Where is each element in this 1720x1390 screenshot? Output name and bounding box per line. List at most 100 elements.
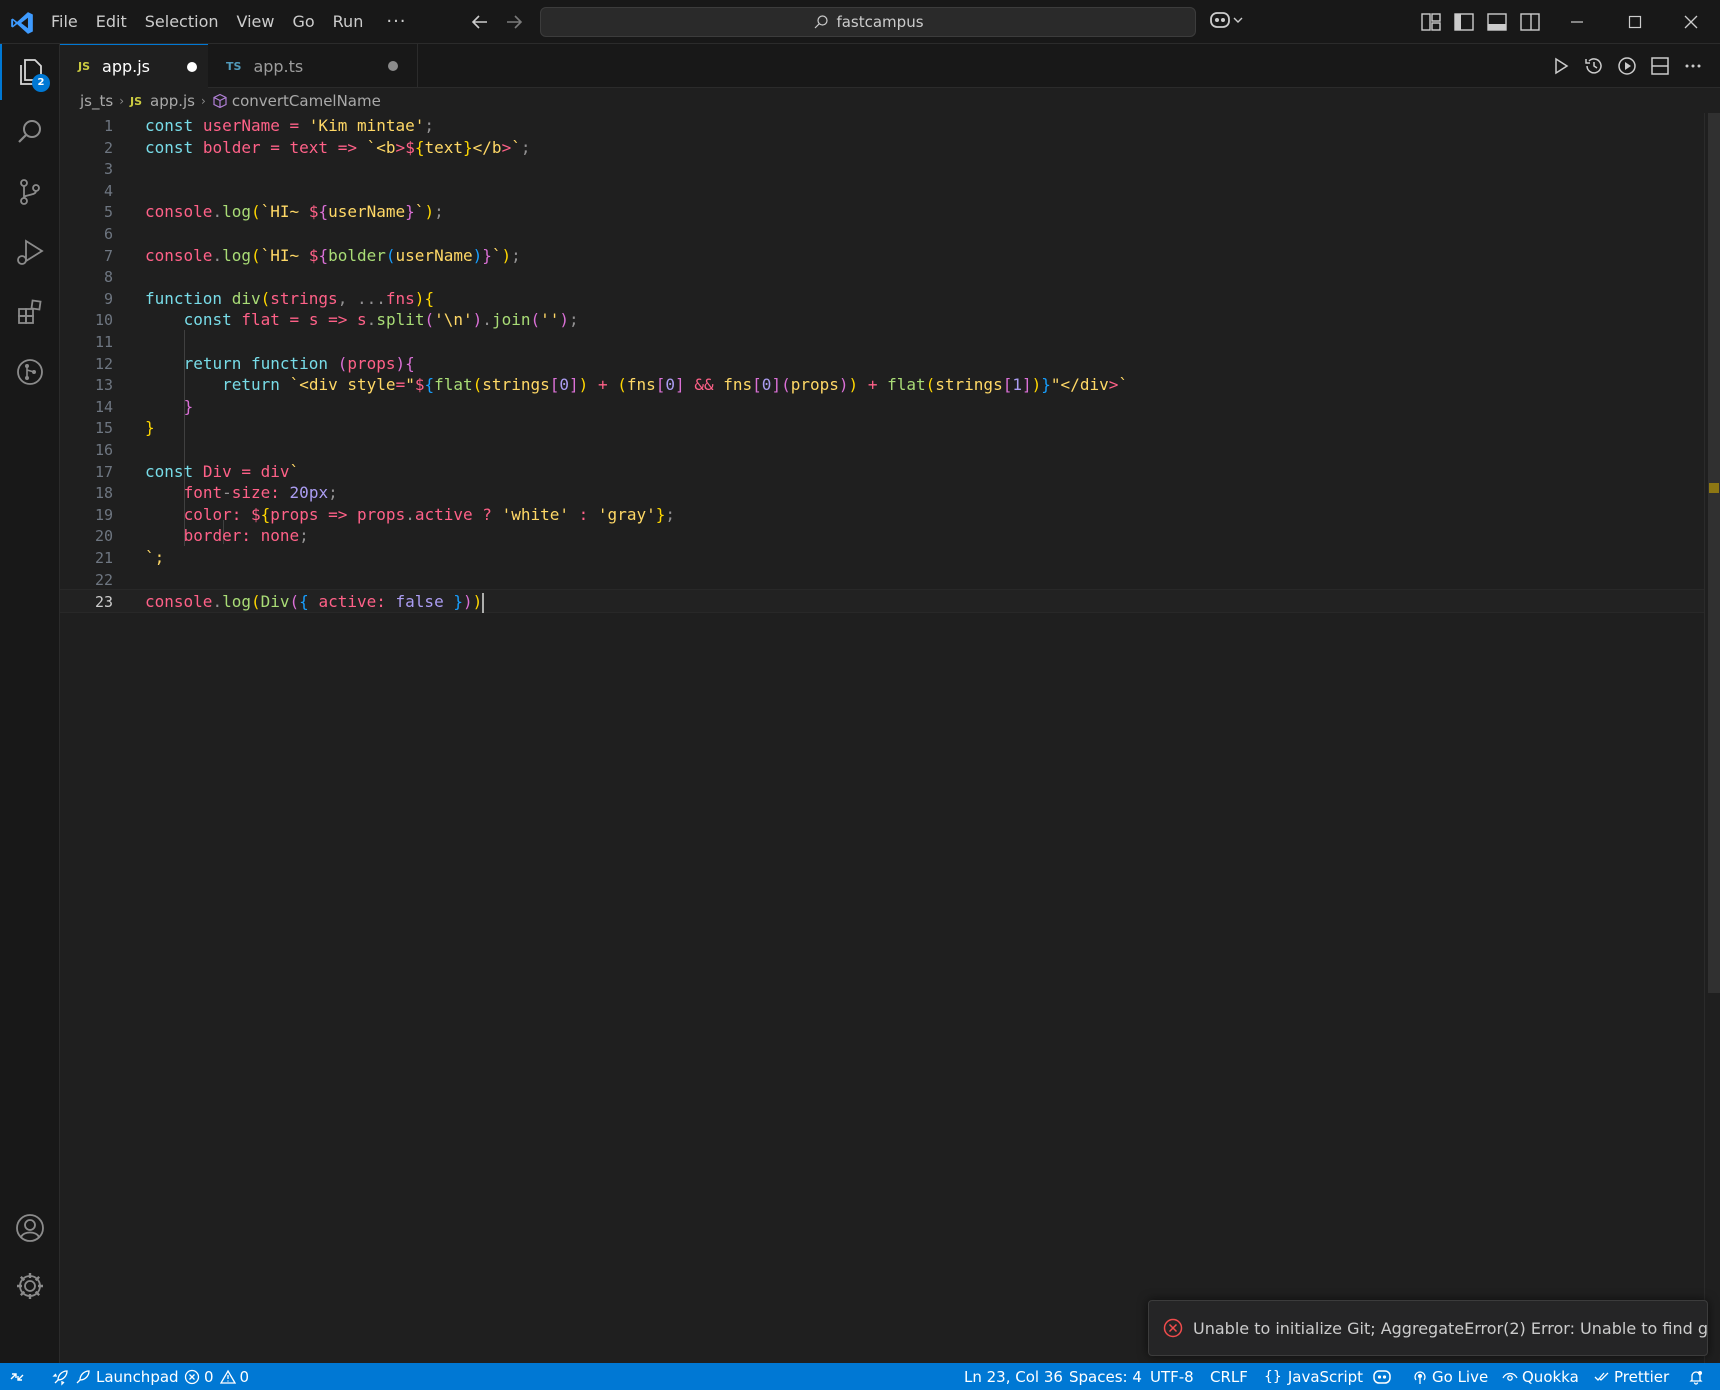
code-line[interactable]: 18 font-size: 20px;	[60, 481, 1704, 505]
code-text: font-size: 20px;	[183, 483, 338, 503]
run-debug-icon	[17, 239, 44, 265]
eol-setting[interactable]: CRLF	[1210, 1363, 1248, 1390]
code-line[interactable]: 1 const userName = 'Kim mintae';	[60, 114, 1704, 138]
menu-selection[interactable]: Selection	[136, 7, 228, 37]
toggle-primary-sidebar-icon[interactable]	[1453, 11, 1475, 33]
quokka-run-icon[interactable]	[1616, 55, 1638, 77]
text-cursor	[482, 592, 485, 613]
menu-go[interactable]: Go	[283, 7, 323, 37]
quokka-button[interactable]: Quokka	[1502, 1363, 1579, 1390]
code-line[interactable]: 13 return `<div style="${flat(strings[0]…	[60, 373, 1704, 397]
code-line[interactable]: 20 border: none;	[60, 524, 1704, 548]
tab-app-ts[interactable]: TS app.ts	[208, 44, 418, 88]
menu-more-button[interactable]: ···	[372, 7, 420, 37]
warning-icon	[219, 1369, 236, 1384]
source-control-button[interactable]	[0, 164, 60, 220]
code-line[interactable]: 16	[60, 438, 1704, 462]
line-number: 5	[103, 203, 113, 222]
more-actions-icon[interactable]	[1682, 55, 1704, 77]
code-line[interactable]: 5 console.log(`HI~ ${userName}`);	[60, 200, 1704, 224]
code-line[interactable]: 9 function div(strings, ...fns){	[60, 287, 1704, 311]
code-line[interactable]: 8	[60, 265, 1704, 289]
code-text: const flat = s => s.split('\n').join('')…	[183, 310, 579, 330]
split-editor-icon[interactable]	[1649, 55, 1671, 77]
tab-app-js[interactable]: JS app.js	[60, 44, 208, 88]
manage-button[interactable]	[0, 1258, 60, 1314]
launchpad-button[interactable]: Launchpad	[52, 1363, 179, 1390]
menu-run[interactable]: Run	[324, 7, 373, 37]
code-text: return `<div style="${flat(strings[0]) +…	[222, 375, 1129, 395]
code-text: const bolder = text => `<b>${text}</b>`;	[145, 137, 531, 157]
menu-edit[interactable]: Edit	[87, 7, 136, 37]
extensions-button[interactable]	[0, 284, 60, 340]
code-line[interactable]: 19 color: ${props => props.active ? 'whi…	[60, 503, 1704, 527]
code-line[interactable]: 4	[60, 179, 1704, 203]
cursor-position[interactable]: Ln 23, Col 36	[964, 1363, 1063, 1390]
code-line[interactable]: 2 const bolder = text => `<b>${text}</b>`…	[60, 136, 1704, 160]
remote-button[interactable]	[8, 1363, 30, 1390]
breadcrumb-symbol[interactable]: convertCamelName	[232, 92, 381, 110]
forward-arrow-icon[interactable]	[502, 10, 526, 34]
line-number: 10	[94, 311, 113, 330]
code-text: const userName = 'Kim mintae';	[145, 116, 435, 135]
notifications-button[interactable]	[1688, 1363, 1708, 1390]
customize-layout-icon[interactable]	[1420, 11, 1442, 33]
js-file-icon: JS	[130, 94, 143, 108]
code-line[interactable]: 22	[60, 568, 1704, 592]
run-code-icon[interactable]	[1550, 55, 1572, 77]
line-number: 21	[94, 549, 113, 567]
code-line[interactable]: 23 console.log(Div({ active: false }))	[60, 589, 1704, 614]
prettier-button[interactable]: Prettier	[1594, 1363, 1669, 1390]
toggle-secondary-sidebar-icon[interactable]	[1519, 11, 1541, 33]
error-circle-icon	[1163, 1318, 1183, 1338]
copilot-status-button[interactable]	[1372, 1363, 1396, 1390]
accounts-button[interactable]	[0, 1200, 60, 1256]
code-line[interactable]: 14 }	[60, 395, 1704, 419]
indentation-setting[interactable]: Spaces: 4	[1069, 1363, 1142, 1390]
breadcrumb-file[interactable]: app.js	[150, 92, 195, 110]
encoding-setting[interactable]: UTF-8	[1150, 1363, 1194, 1390]
language-mode[interactable]: {} JavaScript	[1264, 1363, 1363, 1390]
git-error-notification[interactable]: Unable to initialize Git; AggregateError…	[1148, 1300, 1708, 1356]
toggle-panel-icon[interactable]	[1486, 11, 1508, 33]
code-editor[interactable]: 1 const userName = 'Kim mintae'; 2 const bo…	[60, 113, 1704, 1363]
editor-scrollbar[interactable]	[1704, 113, 1720, 1363]
run-debug-button[interactable]	[0, 224, 60, 280]
code-line[interactable]: 6	[60, 222, 1704, 246]
copilot-button[interactable]	[1208, 9, 1244, 31]
code-line[interactable]: 11	[60, 330, 1704, 354]
unsaved-dot-icon[interactable]	[187, 62, 197, 72]
code-text: console.log(`HI~ ${userName}`);	[145, 202, 444, 222]
menu-file[interactable]: File	[42, 7, 87, 37]
ts-file-icon: TS	[226, 59, 242, 73]
minimize-button[interactable]	[1548, 0, 1606, 44]
back-arrow-icon[interactable]	[468, 10, 492, 34]
code-line[interactable]: 17 const Div = div`	[60, 460, 1704, 484]
menu-view[interactable]: View	[228, 7, 284, 37]
gitlens-button[interactable]	[0, 344, 60, 400]
line-number: 18	[94, 484, 113, 503]
breadcrumb-folder[interactable]: js_ts	[80, 92, 113, 110]
code-text: border: none;	[183, 526, 309, 546]
code-line[interactable]: 7 console.log(`HI~ ${bolder(userName)}`);	[60, 244, 1704, 268]
unsaved-dot-icon[interactable]	[388, 61, 398, 71]
code-text: `;	[145, 548, 165, 567]
search-view-button[interactable]	[0, 104, 60, 160]
explorer-button[interactable]: 2	[0, 44, 60, 100]
timeline-history-icon[interactable]	[1583, 55, 1605, 77]
code-text: return function (props){	[183, 353, 415, 373]
command-center-search[interactable]: fastcampus	[540, 7, 1196, 37]
code-line[interactable]: 21 `;	[60, 546, 1704, 570]
code-line[interactable]: 10 const flat = s => s.split('\n').join(…	[60, 308, 1704, 332]
line-number: 11	[94, 333, 113, 351]
maximize-button[interactable]	[1606, 0, 1664, 44]
code-text: console.log(Div({ active: false }))	[145, 592, 485, 613]
scrollbar-thumb[interactable]	[1708, 113, 1720, 993]
problems-button[interactable]: 0 0	[184, 1363, 249, 1390]
code-line[interactable]: 15}	[60, 416, 1704, 440]
close-window-button[interactable]	[1662, 0, 1720, 44]
tab-label: app.js	[102, 57, 150, 76]
go-live-button[interactable]: Go Live	[1412, 1363, 1488, 1390]
code-line[interactable]: 3	[60, 157, 1704, 181]
code-line[interactable]: 12 return function (props){	[60, 352, 1704, 376]
